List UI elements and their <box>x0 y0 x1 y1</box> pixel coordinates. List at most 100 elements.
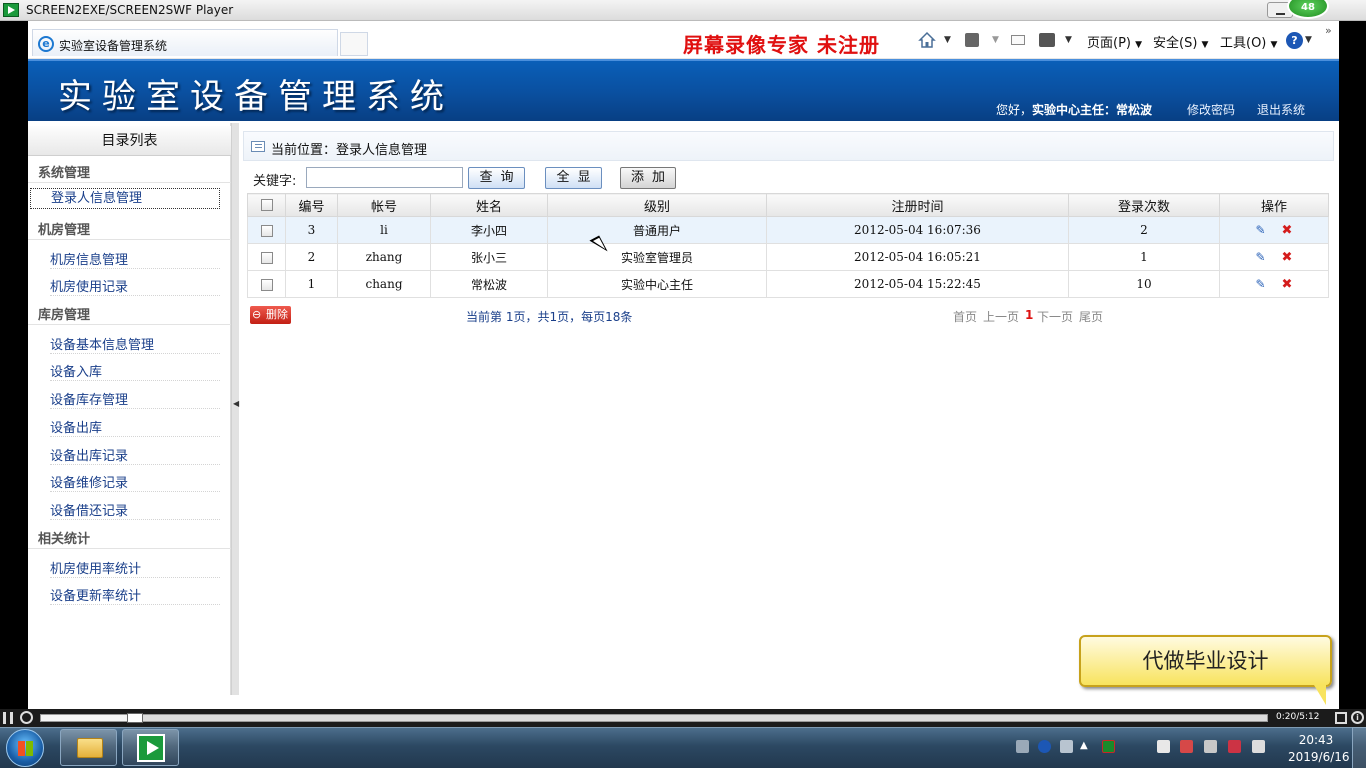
sidebar-group-system[interactable]: 系统管理 <box>38 162 90 181</box>
cell-logins: 10 <box>1068 270 1220 298</box>
network-status-icon[interactable] <box>1228 740 1241 753</box>
start-button[interactable] <box>6 729 44 767</box>
sidebar-item-room-usage[interactable]: 机房使用记录 <box>50 276 128 295</box>
edit-icon[interactable]: ✎ <box>1256 250 1266 264</box>
row-checkbox[interactable] <box>260 251 273 264</box>
info-icon[interactable]: i <box>1351 711 1364 724</box>
sidebar-item-inventory[interactable]: 设备库存管理 <box>50 389 128 408</box>
delete-selected-button[interactable]: 删除 <box>250 306 291 324</box>
folder-icon <box>77 738 103 758</box>
divider <box>50 353 220 354</box>
divider <box>50 577 220 578</box>
add-button[interactable]: 添加 <box>620 167 676 189</box>
seek-handle[interactable] <box>127 713 143 723</box>
loop-icon[interactable] <box>20 711 33 724</box>
keyword-input[interactable] <box>306 167 463 188</box>
table-row[interactable]: 3 li 李小四 普通用户 2012-05-04 16:07:36 2 ✎ ✖ <box>247 216 1329 244</box>
pager-prev[interactable]: 上一页 <box>983 308 1019 325</box>
logout-link[interactable]: 退出系统 <box>1257 101 1305 118</box>
player-controls: 0:20/5:12 i <box>0 709 1366 727</box>
home-dropdown-icon[interactable]: ▼ <box>944 35 951 45</box>
help-tray-icon[interactable] <box>1038 740 1051 753</box>
pager-next[interactable]: 下一页 <box>1037 308 1073 325</box>
more-commands-icon[interactable]: » <box>1325 24 1332 37</box>
seek-bar[interactable] <box>40 713 1268 723</box>
column-header[interactable]: 帐号 <box>337 193 431 217</box>
search-button[interactable]: 查询 <box>468 167 525 189</box>
edit-icon[interactable]: ✎ <box>1256 277 1266 291</box>
taskbar-clock[interactable]: 20:43 2019/6/16 <box>1288 732 1350 766</box>
delete-icon[interactable]: ✖ <box>1282 277 1293 292</box>
sidebar-item-room-usage-rate[interactable]: 机房使用率统计 <box>50 558 141 577</box>
fit-screen-icon[interactable] <box>1335 712 1347 724</box>
sidebar: 目录列表 系统管理 登录人信息管理 机房管理 机房信息管理 机房使用记录 库房管… <box>28 123 231 695</box>
player-icon <box>137 734 165 762</box>
column-header[interactable]: 编号 <box>285 193 338 217</box>
sidebar-item-borrow-records[interactable]: 设备借还记录 <box>50 500 128 519</box>
sidebar-splitter[interactable]: ◀ <box>231 123 239 695</box>
show-desktop-button[interactable] <box>1352 727 1366 768</box>
sidebar-item-stock-out-records[interactable]: 设备出库记录 <box>50 445 128 464</box>
help-icon[interactable]: ? <box>1286 32 1303 49</box>
sidebar-group-statistics[interactable]: 相关统计 <box>38 528 90 547</box>
column-header[interactable]: 登录次数 <box>1068 193 1220 217</box>
edit-icon[interactable]: ✎ <box>1256 223 1266 237</box>
menu-safety[interactable]: 安全(S) ▼ <box>1153 32 1208 51</box>
browser-tab[interactable]: e 实验室设备管理系统 <box>32 29 338 56</box>
feeds-icon[interactable] <box>965 33 979 47</box>
sidebar-group-warehouse[interactable]: 库房管理 <box>38 304 90 323</box>
security-icon[interactable] <box>1180 740 1193 753</box>
sidebar-item-room-info[interactable]: 机房信息管理 <box>50 249 128 268</box>
sidebar-group-machine-room[interactable]: 机房管理 <box>38 219 90 238</box>
chevron-down-icon: ▼ <box>1270 40 1278 50</box>
sidebar-item-repair-records[interactable]: 设备维修记录 <box>50 472 128 491</box>
print-dropdown-icon[interactable]: ▼ <box>1065 35 1072 45</box>
new-tab-button[interactable] <box>340 32 368 56</box>
current-user: 实验中心主任：常松波 <box>1032 103 1153 117</box>
menu-tools[interactable]: 工具(O) ▼ <box>1220 32 1277 51</box>
taskbar-explorer[interactable] <box>60 729 117 766</box>
change-password-link[interactable]: 修改密码 <box>1187 101 1235 118</box>
print-icon[interactable] <box>1039 33 1055 47</box>
collapse-arrow-icon[interactable]: ◀ <box>233 399 239 408</box>
greeting: 您好， <box>996 103 1033 117</box>
cell-account: li <box>337 216 431 244</box>
home-icon[interactable] <box>918 31 936 49</box>
divider <box>50 491 220 492</box>
mail-icon[interactable] <box>1011 35 1025 45</box>
column-header[interactable]: 级别 <box>547 193 767 217</box>
sidebar-item-update-rate[interactable]: 设备更新率统计 <box>50 585 141 604</box>
menu-page[interactable]: 页面(P) ▼ <box>1087 32 1142 51</box>
row-checkbox[interactable] <box>260 278 273 291</box>
show-hidden-icons-icon[interactable]: ▲ <box>1080 740 1088 751</box>
divider <box>50 380 220 381</box>
recorder-tray-icon[interactable] <box>1102 740 1115 753</box>
column-header[interactable]: 注册时间 <box>766 193 1069 217</box>
keyboard-icon[interactable] <box>1016 740 1029 753</box>
sidebar-item-login-users[interactable]: 登录人信息管理 <box>30 188 220 209</box>
feeds-dropdown-icon[interactable]: ▼ <box>992 35 999 45</box>
help-dropdown-icon[interactable]: ▼ <box>1305 35 1312 45</box>
pager-first[interactable]: 首页 <box>953 308 977 325</box>
sidebar-item-stock-in[interactable]: 设备入库 <box>50 361 102 380</box>
taskbar-player[interactable] <box>122 729 179 766</box>
input-method-icon[interactable] <box>1060 740 1073 753</box>
sidebar-item-stock-out[interactable]: 设备出库 <box>50 417 102 436</box>
delete-icon[interactable]: ✖ <box>1282 250 1293 265</box>
row-checkbox[interactable] <box>260 224 273 237</box>
pager-last[interactable]: 尾页 <box>1079 308 1103 325</box>
show-all-button[interactable]: 全显 <box>545 167 602 189</box>
pause-icon[interactable] <box>3 712 13 724</box>
column-header[interactable]: 姓名 <box>430 193 548 217</box>
divider <box>28 182 231 183</box>
volume-icon[interactable] <box>1204 740 1217 753</box>
sidebar-item-equipment-info[interactable]: 设备基本信息管理 <box>50 334 154 353</box>
table-row[interactable]: 2 zhang 张小三 实验室管理员 2012-05-04 16:05:21 1… <box>247 243 1329 271</box>
select-all-checkbox[interactable] <box>260 199 273 211</box>
table-row[interactable]: 1 chang 常松波 实验中心主任 2012-05-04 15:22:45 1… <box>247 270 1329 298</box>
action-center-icon[interactable] <box>1157 740 1170 753</box>
delete-icon[interactable]: ✖ <box>1282 223 1293 238</box>
signal-icon[interactable] <box>1252 740 1265 753</box>
divider <box>28 239 231 240</box>
divider <box>50 464 220 465</box>
